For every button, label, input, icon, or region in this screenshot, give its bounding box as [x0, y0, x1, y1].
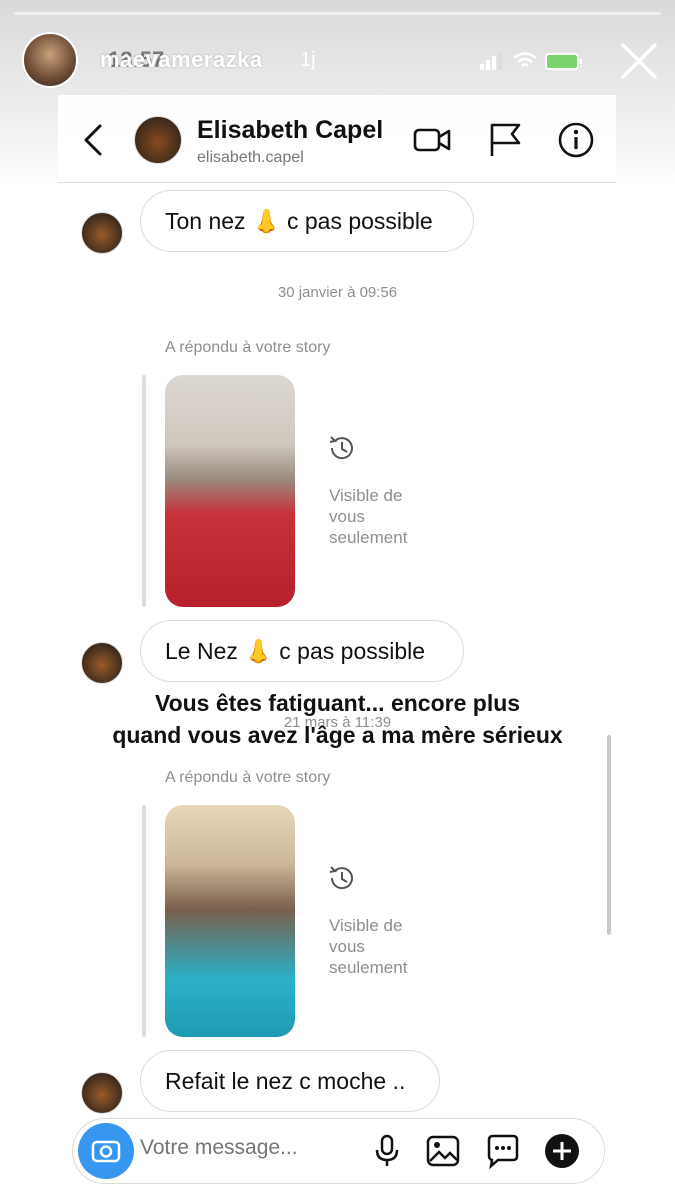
- plus-icon[interactable]: [543, 1132, 581, 1170]
- status-bar-icons: [480, 52, 582, 70]
- signal-bar: [480, 64, 484, 70]
- camera-icon: [91, 1140, 121, 1163]
- story-overlay-text-line-2: quand vous avez l'âge a ma mère sérieux: [112, 722, 563, 748]
- visibility-note: Visible de vous seulement: [329, 486, 408, 547]
- story-reply-label: A répondu à votre story: [165, 339, 331, 356]
- microphone-icon[interactable]: [368, 1132, 406, 1170]
- story-overlay-text-line-1: Vous êtes fatiguant... encore plus: [154, 690, 521, 716]
- signal-bar: [486, 60, 490, 70]
- message-timestamp: 30 janvier à 09:56: [277, 284, 398, 301]
- story-time-ago: 1j: [300, 49, 316, 71]
- signal-bar: [498, 52, 502, 70]
- battery-icon: [545, 53, 579, 70]
- image-icon[interactable]: [424, 1132, 462, 1170]
- visibility-note: Visible de vous seulement: [329, 916, 408, 977]
- history-icon: [329, 866, 353, 890]
- story-thumbnail[interactable]: [165, 805, 295, 1037]
- message-input[interactable]: [140, 1136, 360, 1160]
- video-camera-icon[interactable]: [412, 120, 452, 160]
- contact-avatar[interactable]: [134, 116, 182, 164]
- message-bubble[interactable]: Refait le nez c moche ..: [140, 1050, 440, 1112]
- wifi-icon: [513, 52, 537, 67]
- sender-avatar[interactable]: [81, 212, 123, 254]
- message-text: Le Nez 👃 c pas possible: [165, 637, 426, 664]
- contact-handle: elisabeth.capel: [197, 149, 304, 166]
- info-icon[interactable]: [556, 120, 596, 160]
- story-progress-bar: [14, 12, 661, 15]
- camera-button[interactable]: [78, 1123, 134, 1179]
- history-icon: [329, 436, 353, 460]
- story-author-avatar[interactable]: [22, 32, 78, 88]
- story-reply-label: A répondu à votre story: [165, 769, 331, 786]
- sender-avatar[interactable]: [81, 1072, 123, 1114]
- scrollbar[interactable]: [607, 735, 611, 935]
- close-icon[interactable]: [618, 40, 660, 82]
- sender-avatar[interactable]: [81, 642, 123, 684]
- message-text: Ton nez 👃 c pas possible: [165, 207, 433, 234]
- chevron-left-icon[interactable]: [78, 120, 108, 160]
- sticker-icon[interactable]: [484, 1132, 522, 1170]
- message-bubble[interactable]: Le Nez 👃 c pas possible: [140, 620, 464, 682]
- story-thumbnail[interactable]: [165, 375, 295, 607]
- message-bubble[interactable]: Ton nez 👃 c pas possible: [140, 190, 474, 252]
- flag-icon[interactable]: [486, 120, 526, 160]
- reply-indicator-line: [142, 805, 146, 1037]
- reply-indicator-line: [142, 375, 146, 607]
- header-divider: [58, 182, 616, 183]
- story-author-username[interactable]: maevamerazka: [100, 47, 263, 73]
- message-text: Refait le nez c moche ..: [165, 1067, 406, 1094]
- signal-bar: [492, 56, 496, 70]
- contact-name[interactable]: Elisabeth Capel: [197, 116, 383, 145]
